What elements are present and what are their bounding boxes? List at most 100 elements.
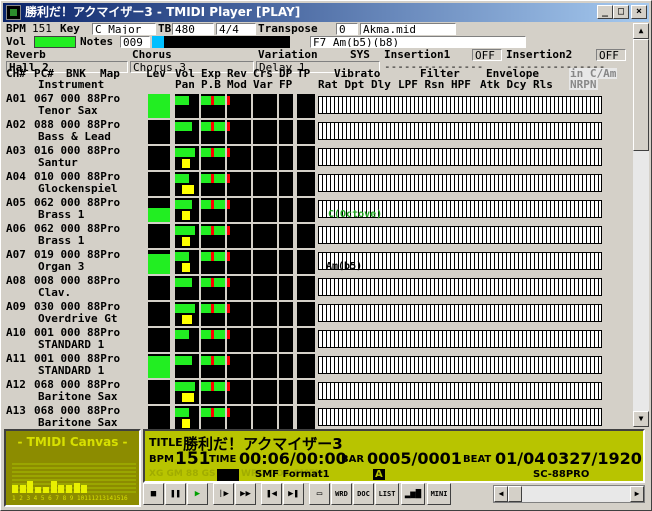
channel-row[interactable]: A13 068 000 88Pro Baritone Sax	[6, 405, 632, 431]
insertion2-label: Insertion2	[506, 49, 573, 61]
level-meter	[148, 172, 170, 196]
header-pb: P.B	[201, 78, 221, 91]
instrument-name: Brass 1	[38, 208, 85, 221]
level-meter	[148, 224, 170, 248]
piano-keyboard	[318, 226, 602, 244]
scroll-down-arrow-icon[interactable]: ▼	[633, 411, 649, 427]
app-icon[interactable]	[6, 5, 21, 20]
header-envelope-sub: Atk Dcy Rls	[480, 78, 553, 91]
channel-number: A09	[6, 300, 26, 313]
instrument-name: Baritone Sax	[38, 390, 118, 403]
channel-number: A12	[6, 378, 26, 391]
channel-number: A10	[6, 326, 26, 339]
next-track-button[interactable]: ▶❚	[283, 483, 304, 505]
channel-row[interactable]: A12 068 000 88Pro Baritone Sax	[6, 379, 632, 405]
channel-row[interactable]: A10 001 000 88Pro STANDARD 1	[6, 327, 632, 353]
vertical-scrollbar[interactable]: ▲ ▼	[633, 23, 649, 427]
maximize-button[interactable]: □	[613, 5, 629, 19]
channel-number: A02	[6, 118, 26, 131]
lcd-smf-format: SMF Format1	[255, 469, 330, 480]
seek-right-arrow-icon[interactable]: ▶	[630, 486, 644, 502]
seek-thumb[interactable]	[508, 486, 522, 502]
channel-row[interactable]: A01 067 000 88Pro Tenor Sax	[6, 93, 632, 119]
instrument-cell: 068 000 88Pro Baritone Sax	[34, 379, 146, 405]
channel-row[interactable]: A06 062 000 88Pro Brass 1	[6, 223, 632, 249]
play-button[interactable]: ▶	[187, 483, 208, 505]
transpose-value: 0	[336, 23, 358, 35]
note-label-a07: Am(b5)	[326, 261, 363, 272]
level-meter	[148, 276, 170, 300]
channel-row[interactable]: A08 008 000 88Pro Clav.	[6, 275, 632, 301]
header-filter-sub: LPF Rsn HPF	[398, 78, 471, 91]
piano-keyboard	[318, 382, 602, 400]
header-tp: TP	[297, 67, 311, 80]
lcd-time-value: 00:06/00:00	[239, 449, 347, 468]
level-meter	[148, 120, 170, 144]
mini-button[interactable]: MINI	[427, 483, 451, 505]
channel-number: A04	[6, 170, 26, 183]
header-mod: Mod	[227, 78, 247, 91]
header-ch: CH#	[6, 67, 26, 80]
lcd-tick-value: 0327/1920	[547, 449, 642, 468]
channel-number: A03	[6, 144, 26, 157]
instrument-cell: 008 000 88Pro Clav.	[34, 275, 146, 301]
header-instrument: Instrument	[38, 78, 105, 91]
reverb-label: Reverb	[6, 49, 46, 61]
chord-display: F7 Am(b5)(b8)	[310, 36, 526, 48]
piano-keyboard	[318, 96, 602, 114]
vol-label: Vol	[6, 36, 26, 48]
seek-left-arrow-icon[interactable]: ◀	[494, 486, 508, 502]
list-button[interactable]: LIST	[375, 483, 399, 505]
spectrum-icon[interactable]: ▂▅▇	[401, 483, 425, 505]
lcd-beat-label: BEAT	[463, 454, 492, 465]
prev-track-button[interactable]: ❚◀	[261, 483, 282, 505]
stop-button[interactable]: ■	[143, 483, 164, 505]
channel-row[interactable]: A07 019 000 88Pro Organ 3	[6, 249, 632, 275]
seek-slider[interactable]: ◀ ▶	[493, 485, 645, 503]
lcd-display: TITLE 勝利だ！アクマイザー3 BPM 151 TIME 00:06/00:…	[143, 429, 645, 483]
instrument-name: STANDARD 1	[38, 338, 105, 351]
channel-row[interactable]: A02 088 000 88Pro Bass & Lead	[6, 119, 632, 145]
level-meter	[148, 146, 170, 170]
insertion2-state: OFF	[596, 49, 626, 61]
scroll-thumb[interactable]	[633, 39, 649, 151]
nrpn-toggle[interactable]: NRPN	[569, 79, 598, 90]
channel-row[interactable]: A09 030 000 88Pro Overdrive Gt	[6, 301, 632, 327]
fast-forward-button[interactable]: ▶▶	[235, 483, 256, 505]
minimize-button[interactable]: _	[597, 5, 613, 19]
window: 勝利だ！アクマイザー3 - TMIDI Player [PLAY] _ □ × …	[0, 0, 652, 511]
step-forward-button[interactable]: ❘▶	[213, 483, 234, 505]
title-bar[interactable]: 勝利だ！アクマイザー3 - TMIDI Player [PLAY]	[3, 3, 649, 22]
piano-keyboard	[318, 174, 602, 192]
instrument-cell: 062 000 88Pro Brass 1	[34, 223, 146, 249]
channel-number: A13	[6, 404, 26, 417]
channel-row[interactable]: A03 016 000 88Pro Santur	[6, 145, 632, 171]
tb-label: TB	[158, 23, 172, 35]
channel-number: A11	[6, 352, 26, 365]
piano-keyboard	[318, 148, 602, 166]
eject-button[interactable]: ▭	[309, 483, 330, 505]
channel-row[interactable]: A11 001 000 88Pro STANDARD 1	[6, 353, 632, 379]
bpm-value: 151	[32, 23, 52, 35]
piano-keyboard	[318, 304, 602, 322]
key-label: Key	[60, 23, 80, 35]
close-button[interactable]: ×	[631, 5, 647, 19]
channel-row[interactable]: A04 010 000 88Pro Glockenspiel	[6, 171, 632, 197]
canvas-level-meters	[12, 461, 136, 493]
scroll-up-arrow-icon[interactable]: ▲	[633, 23, 649, 39]
instrument-name: Clav.	[38, 286, 72, 299]
tmidi-canvas: - TMIDI Canvas - 1 2 3 4 5 6 7 8 9 10111…	[4, 429, 141, 507]
doc-button[interactable]: DOC	[353, 483, 374, 505]
pause-button[interactable]: ❚❚	[165, 483, 186, 505]
note-label-a05: C(Octove)	[328, 209, 383, 220]
wrd-button[interactable]: WRD	[331, 483, 352, 505]
channel-number: A05	[6, 196, 26, 209]
instrument-cell: 010 000 88Pro Glockenspiel	[34, 171, 146, 197]
lcd-beat-value: 01/04	[495, 449, 546, 468]
channel-row[interactable]: A05 062 000 88Pro Brass 1	[6, 197, 632, 223]
notes-label: Notes	[80, 36, 114, 48]
instrument-name: Organ 3	[38, 260, 85, 273]
instrument-name: Glockenspiel	[38, 182, 118, 195]
instrument-cell: 068 000 88Pro Baritone Sax	[34, 405, 146, 431]
master-volume-bar	[34, 36, 76, 48]
